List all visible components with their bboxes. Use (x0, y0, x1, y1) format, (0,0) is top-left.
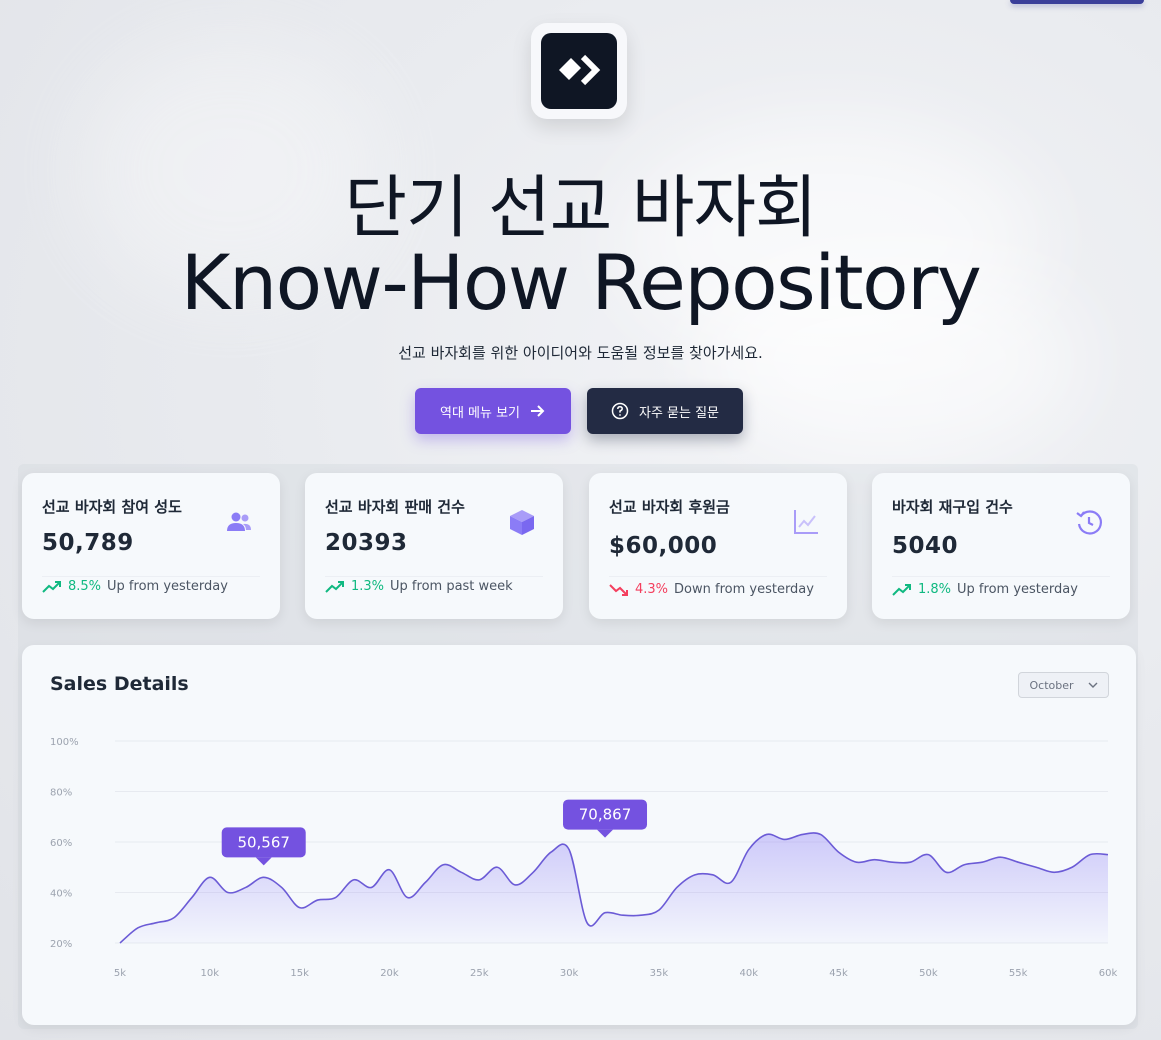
x-tick-label: 20k (380, 968, 399, 979)
stat-trend: 8.5% Up from yesterday (42, 579, 228, 594)
stat-value: $60,000 (609, 533, 718, 559)
tooltip-pointer (255, 857, 272, 866)
faq-button[interactable]: 자주 묻는 질문 (587, 388, 743, 434)
month-select[interactable]: October (1018, 672, 1109, 698)
arrow-right-icon (531, 405, 545, 417)
y-tick-label: 60% (50, 838, 72, 849)
tooltip-pointer (597, 829, 614, 838)
x-tick-label: 30k (560, 968, 579, 979)
stat-card-sales: 선교 바자회 판매 건수 20393 1.3% Up from past wee… (305, 473, 563, 619)
hero-title-korean: 단기 선교 바자회 (344, 169, 817, 248)
sales-chart: 100% 80% 60% 40% 20% 5k 10k 15k 20k 25k 30k 35k 40k 4… (50, 737, 1118, 979)
stat-value: 5040 (892, 533, 959, 559)
stat-note: Down from yesterday (674, 582, 814, 597)
line-chart-icon (794, 510, 818, 534)
x-tick-label: 60k (1099, 968, 1118, 979)
x-tick-label: 10k (201, 968, 220, 979)
month-select-value: October (1029, 678, 1074, 692)
chart-title: Sales Details (50, 673, 189, 695)
tooltip-label: 50,567 (237, 833, 290, 851)
x-tick-label: 15k (290, 968, 309, 979)
trend-down-icon (609, 583, 628, 596)
box-icon (510, 510, 534, 535)
y-tick-label: 20% (50, 939, 72, 950)
x-tick-label: 25k (470, 968, 489, 979)
sales-details-card: 100% 80% 60% 40% 20% 5k 10k 15k 20k 25k 30k 35k 40k 4… (22, 645, 1136, 1025)
hero-subtitle: 선교 바자회를 위한 아이디어와 도움될 정보를 찾아가세요. (398, 344, 763, 362)
stat-divider (325, 576, 543, 577)
x-tick-label: 55k (1009, 968, 1028, 979)
x-tick-label: 35k (650, 968, 669, 979)
x-tick-label: 5k (114, 968, 126, 979)
stat-trend: 1.3% Up from past week (325, 579, 513, 594)
stat-divider (609, 576, 827, 577)
stat-divider (892, 576, 1110, 577)
stat-trend: 4.3% Down from yesterday (609, 582, 814, 597)
stat-note: Up from yesterday (107, 579, 228, 594)
top-corner-tab[interactable] (1010, 0, 1144, 4)
trend-up-icon (892, 583, 911, 596)
y-tick-label: 100% (50, 737, 79, 748)
faq-button-label: 자주 묻는 질문 (638, 405, 720, 421)
stat-divider (42, 576, 260, 577)
stat-label: 바자회 재구입 건수 (892, 498, 1013, 516)
trend-up-icon (42, 580, 61, 593)
chevron-down-icon (1088, 682, 1098, 688)
stat-label: 선교 바자회 후원금 (609, 498, 730, 516)
stat-note: Up from yesterday (957, 582, 1078, 597)
x-tick-label: 40k (739, 968, 758, 979)
stat-trend: 1.8% Up from yesterday (892, 582, 1078, 597)
logo-icon (559, 54, 601, 86)
users-icon (227, 512, 251, 531)
stat-value: 20393 (325, 530, 408, 556)
past-menus-button[interactable]: 역대 메뉴 보기 (415, 388, 571, 434)
logo (531, 23, 627, 119)
x-tick-label: 50k (919, 968, 938, 979)
stat-change: 8.5% (68, 579, 102, 594)
past-menus-button-label: 역대 메뉴 보기 (439, 405, 521, 421)
y-tick-label: 80% (50, 788, 72, 799)
value-tooltip: 70,867 (563, 799, 648, 838)
history-icon (1076, 510, 1102, 535)
stat-card-donations: 선교 바자회 후원금 $60,000 4.3% Down from yester… (589, 473, 847, 619)
stat-change: 4.3% (635, 582, 669, 597)
stat-value: 50,789 (42, 530, 134, 556)
trend-up-icon (325, 580, 344, 593)
stat-change: 1.3% (351, 579, 385, 594)
tooltip-label: 70,867 (579, 806, 632, 824)
value-tooltip: 50,567 (221, 827, 306, 866)
stat-card-participants: 선교 바자회 참여 성도 50,789 8.5% Up from yesterd… (22, 473, 280, 619)
logo-mark (541, 33, 617, 109)
y-tick-label: 40% (50, 889, 72, 900)
stat-note: Up from past week (390, 579, 513, 594)
stat-label: 선교 바자회 참여 성도 (42, 498, 182, 516)
stat-card-repurchases: 바자회 재구입 건수 5040 1.8% Up from yesterday (872, 473, 1130, 619)
stat-change: 1.8% (918, 582, 952, 597)
x-tick-label: 45k (829, 968, 848, 979)
hero-title-english: Know-How Repository (180, 238, 982, 327)
question-circle-icon (611, 402, 629, 420)
stat-label: 선교 바자회 판매 건수 (325, 498, 465, 516)
